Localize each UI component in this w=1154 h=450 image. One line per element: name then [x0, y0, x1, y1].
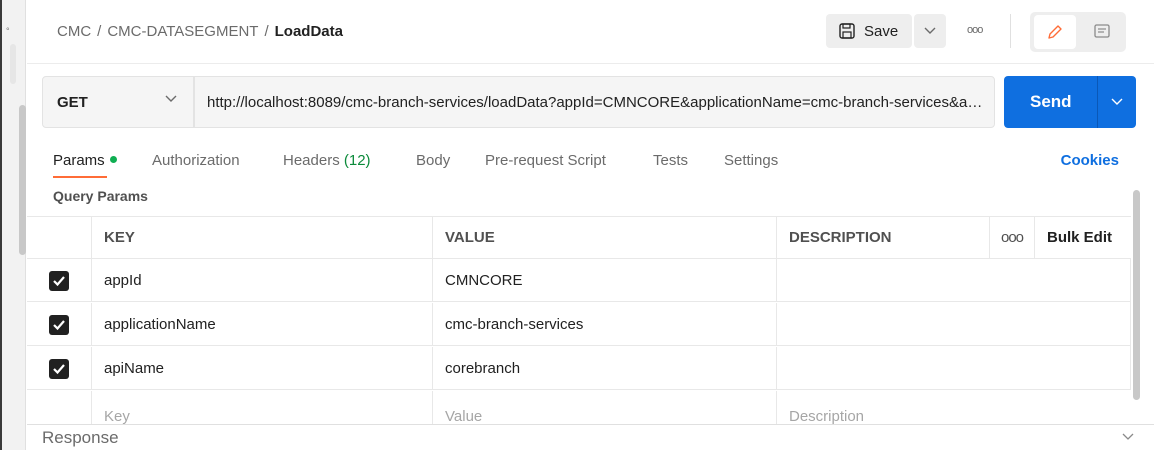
row-check-cell — [27, 391, 92, 425]
bulk-edit-button[interactable]: Bulk Edit — [1035, 216, 1131, 259]
row-check-cell — [27, 303, 92, 346]
breadcrumb-separator: / — [97, 23, 102, 40]
save-options-button[interactable] — [914, 14, 946, 48]
param-checkbox[interactable] — [49, 270, 69, 291]
param-description-cell[interactable] — [777, 303, 1131, 346]
param-value-cell[interactable]: corebranch — [433, 347, 777, 390]
checkmark-icon — [53, 319, 65, 330]
breadcrumb: CMC / CMC-DATASEGMENT / LoadData — [57, 23, 343, 40]
new-key-input[interactable]: Key — [92, 391, 433, 425]
send-button-group: Send — [1004, 76, 1136, 128]
tab-label: Headers — [283, 152, 340, 169]
param-value-cell[interactable]: CMNCORE — [433, 259, 777, 302]
tab-body[interactable]: Body — [416, 152, 450, 169]
active-tab-indicator — [53, 176, 107, 178]
chevron-down-icon — [165, 95, 177, 102]
column-header-value: VALUE — [433, 216, 777, 259]
request-panel: CMC / CMC-DATASEGMENT / LoadData Save ooo GE… — [27, 0, 1154, 450]
new-description-input[interactable]: Description — [777, 391, 1131, 425]
tab-settings[interactable]: Settings — [724, 152, 778, 169]
param-key-cell[interactable]: apiName — [92, 347, 433, 390]
chevron-down-icon — [924, 27, 936, 34]
view-mode-toggle — [1030, 12, 1126, 52]
sidebar-scrollbar-thumb[interactable] — [19, 105, 26, 255]
row-check-cell — [27, 347, 92, 390]
save-icon — [839, 23, 855, 39]
comment-icon — [1094, 24, 1110, 38]
param-key-cell[interactable]: appId — [92, 259, 433, 302]
row-check-cell — [27, 259, 92, 302]
save-button[interactable]: Save — [826, 14, 912, 48]
breadcrumb-collection[interactable]: CMC — [57, 23, 91, 40]
column-header-description: DESCRIPTION — [777, 216, 990, 259]
cookies-link[interactable]: Cookies — [1061, 152, 1119, 169]
url-text: http://localhost:8089/cmc-branch-service… — [207, 93, 987, 111]
request-tabs: Params Authorization Headers (12) Body P… — [27, 148, 1154, 178]
chevron-down-icon[interactable] — [1122, 433, 1134, 441]
column-options-icon[interactable]: ooo — [990, 216, 1035, 259]
method-select[interactable]: GET — [42, 76, 194, 128]
breadcrumb-separator: / — [264, 23, 269, 40]
column-header-key: KEY — [92, 216, 433, 259]
params-active-dot — [109, 156, 117, 163]
send-options-button[interactable] — [1098, 76, 1136, 128]
response-pane-header[interactable]: Response — [27, 424, 1154, 450]
headers-count: (12) — [343, 152, 371, 169]
table-border — [1130, 259, 1131, 390]
table-row: appId CMNCORE — [27, 259, 1131, 302]
response-title: Response — [42, 428, 119, 447]
table-header-row: KEY VALUE DESCRIPTION ooo Bulk Edit — [27, 216, 1131, 259]
param-description-cell[interactable] — [777, 347, 1131, 390]
new-value-input[interactable]: Value — [433, 391, 777, 425]
send-button[interactable]: Send — [1030, 92, 1072, 112]
tab-tests[interactable]: Tests — [653, 152, 688, 169]
param-checkbox[interactable] — [49, 358, 69, 379]
header-check-cell — [27, 216, 92, 259]
save-label: Save — [864, 22, 899, 40]
url-input[interactable]: http://localhost:8089/cmc-branch-service… — [194, 76, 995, 128]
request-header: CMC / CMC-DATASEGMENT / LoadData Save ooo — [27, 0, 1154, 64]
collapsed-indicator-icon: ° — [6, 26, 10, 36]
tab-params[interactable]: Params — [53, 152, 117, 169]
request-name[interactable]: LoadData — [275, 23, 343, 40]
table-row-new: Key Value Description — [27, 391, 1131, 425]
panel-scrollbar-thumb[interactable] — [1133, 190, 1140, 400]
comments-button[interactable] — [1082, 15, 1122, 49]
chevron-down-icon — [1111, 98, 1123, 105]
tab-headers[interactable]: Headers (12) — [283, 152, 371, 169]
table-row: applicationName cmc-branch-services — [27, 303, 1131, 346]
tab-authorization[interactable]: Authorization — [152, 152, 240, 169]
param-key-cell[interactable]: applicationName — [92, 303, 433, 346]
method-value: GET — [57, 93, 88, 111]
table-row: apiName corebranch — [27, 347, 1131, 390]
checkmark-icon — [53, 275, 65, 286]
tab-pre-request-script[interactable]: Pre-request Script — [485, 152, 606, 169]
header-divider — [1010, 14, 1011, 48]
pencil-icon — [1048, 25, 1062, 39]
param-value-cell[interactable]: cmc-branch-services — [433, 303, 777, 346]
sidebar-scrollbar-track — [10, 44, 16, 84]
query-params-title: Query Params — [53, 188, 148, 204]
more-actions-icon[interactable]: ooo — [967, 24, 983, 36]
left-sidebar-edge: ° — [2, 0, 26, 450]
param-checkbox[interactable] — [49, 314, 69, 335]
edit-mode-button[interactable] — [1034, 15, 1076, 49]
breadcrumb-folder[interactable]: CMC-DATASEGMENT — [107, 23, 258, 40]
param-description-cell[interactable] — [777, 259, 1131, 302]
tab-label: Params — [53, 152, 105, 169]
checkmark-icon — [53, 363, 65, 374]
